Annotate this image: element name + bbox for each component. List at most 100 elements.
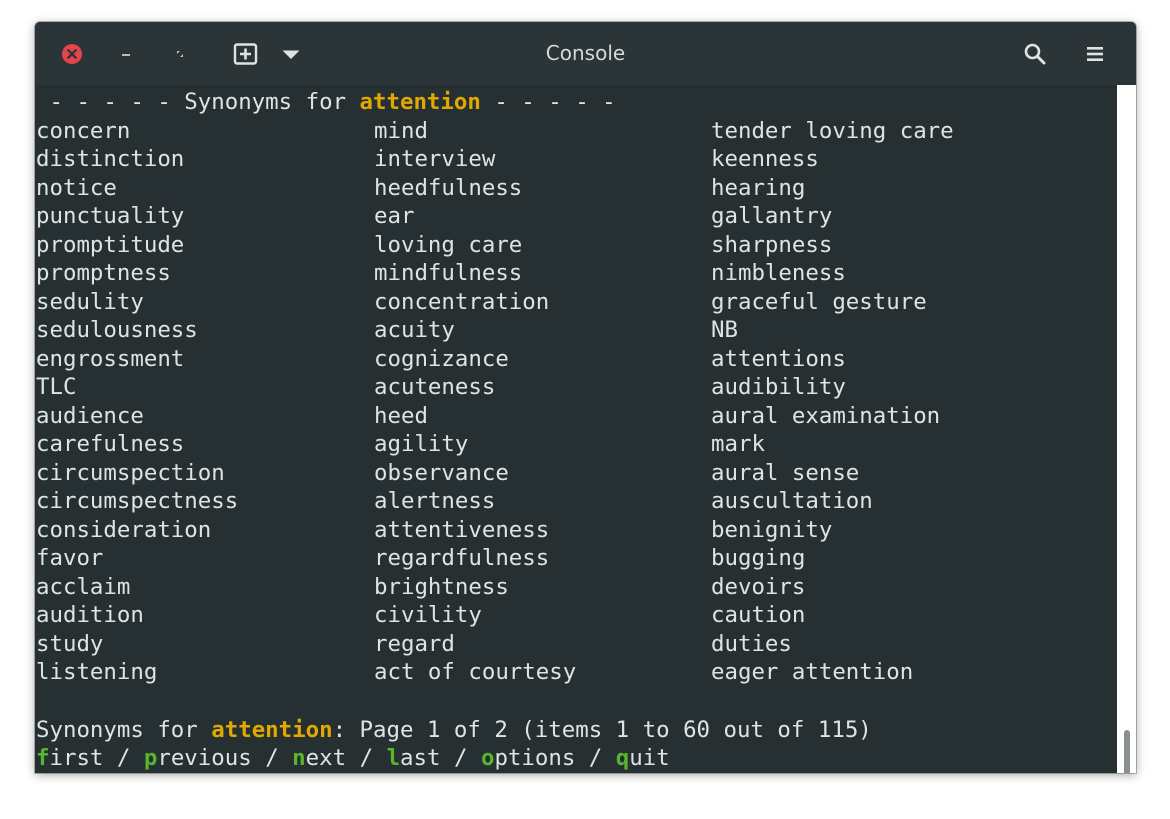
menu-option-p[interactable]: previous (144, 745, 252, 771)
header-prefix: - - - - - Synonyms for (36, 89, 360, 115)
synonym-item: sharpness (711, 231, 833, 258)
menu-separator: / (575, 745, 616, 771)
synonym-item: attentiveness (374, 516, 550, 543)
menu-option-q[interactable]: quit (616, 745, 670, 771)
title-bar: Console (35, 22, 1136, 85)
close-icon (62, 43, 82, 64)
menu-option-o[interactable]: options (481, 745, 575, 771)
menu-option-key: f (36, 745, 50, 771)
new-tab-dropdown-button[interactable] (279, 22, 303, 85)
synonym-item: cognizance (374, 345, 509, 372)
menu-option-key: n (292, 745, 306, 771)
menu-option-label: ext (305, 745, 347, 771)
main-menu-button[interactable] (1081, 22, 1109, 85)
synonym-item: heed (374, 402, 428, 429)
menu-option-label: irst (49, 745, 104, 771)
window-title: Console (545, 41, 626, 65)
close-button[interactable] (59, 22, 85, 85)
synonym-item: concentration (374, 288, 550, 315)
synonym-item: civility (374, 602, 482, 628)
synonym-item: heedfulness (374, 174, 523, 201)
menu-option-f[interactable]: first (36, 745, 103, 771)
synonym-item: bugging (711, 545, 806, 571)
navigation-menu-line: first / previous / next / last / options… (36, 744, 670, 773)
synonym-item: regard (374, 630, 455, 657)
minimize-button[interactable] (115, 22, 137, 85)
synonym-item: keenness (711, 146, 819, 172)
synonym-item: tender loving care (711, 117, 954, 144)
synonym-item: punctuality (36, 203, 185, 229)
synonym-item: aural examination (711, 402, 941, 429)
synonym-item: sedulity (36, 288, 144, 315)
menu-separator: / (440, 745, 481, 771)
header-word: attention (359, 89, 481, 115)
menu-separator: / (251, 745, 293, 771)
menu-option-label: revious (157, 745, 252, 771)
synonym-item: interview (374, 146, 496, 172)
synonym-item: circumspectness (36, 488, 239, 514)
synonym-item: engrossment (36, 345, 185, 372)
synonym-item: loving care (374, 231, 523, 258)
status-line: Synonyms for attention: Page 1 of 2 (ite… (36, 716, 872, 745)
menu-separator: / (103, 745, 144, 771)
synonym-item: agility (374, 431, 469, 457)
synonym-item: distinction (36, 146, 185, 172)
synonym-item: circumspection (36, 459, 225, 486)
restore-button[interactable] (169, 22, 191, 85)
synonym-item: attentions (711, 345, 846, 372)
menu-option-l[interactable]: last (387, 745, 441, 771)
status-rest: : Page 1 of 2 (items 1 to 60 out of 115) (332, 716, 872, 743)
menu-option-label: uit (629, 745, 670, 771)
terminal-output[interactable]: - - - - - Synonyms for attention - - - -… (35, 85, 1117, 773)
synonym-item: regardfulness (374, 545, 550, 571)
search-button[interactable] (1019, 22, 1051, 85)
synonym-item: audibility (711, 374, 846, 400)
synonym-item: concern (36, 117, 131, 144)
synonym-item: ear (374, 203, 415, 229)
synonym-item: observance (374, 459, 509, 486)
menu-option-n[interactable]: next (292, 745, 346, 771)
synonym-item: graceful gesture (711, 288, 927, 315)
status-word: attention (211, 716, 333, 743)
scrollbar-thumb[interactable] (1124, 730, 1130, 773)
synonym-item: audition (36, 602, 144, 628)
synonym-item: caution (711, 602, 806, 628)
minimize-icon (122, 53, 130, 56)
synonym-item: gallantry (711, 203, 833, 229)
synonym-item: carefulness (36, 431, 185, 457)
synonym-item: auscultation (711, 488, 873, 514)
synonym-item: eager attention (711, 659, 914, 685)
synonym-item: acuity (374, 317, 455, 343)
synonym-item: benignity (711, 516, 833, 543)
menu-option-key: q (615, 745, 630, 771)
synonym-item: promptness (36, 260, 171, 286)
synonym-item: aural sense (711, 459, 860, 486)
chevron-down-icon (282, 50, 300, 59)
synonym-item: mind (374, 117, 428, 144)
new-tab-button[interactable] (231, 22, 261, 85)
synonym-item: mindfulness (374, 260, 523, 286)
synonym-item: act of courtesy (374, 659, 577, 685)
synonym-item: acuteness (374, 374, 496, 400)
synonym-item: duties (711, 630, 792, 657)
synonym-item: favor (36, 545, 104, 571)
synonym-item: NB (711, 317, 738, 343)
menu-option-label: ast (400, 745, 441, 771)
synonym-item: study (36, 630, 104, 657)
synonym-item: audience (36, 402, 144, 429)
synonym-item: listening (36, 659, 158, 685)
synonym-item: TLC (36, 374, 77, 400)
console-window: Console - - - - - Synonyms for attention… (35, 22, 1136, 773)
synonym-item: mark (711, 431, 765, 457)
synonym-item: consideration (36, 516, 212, 543)
menu-option-key: l (386, 745, 401, 771)
synonym-item: promptitude (36, 231, 185, 258)
synonym-item: notice (36, 174, 117, 201)
restore-icon (177, 50, 183, 57)
scrollbar[interactable] (1117, 85, 1136, 773)
menu-separator: / (346, 745, 387, 771)
menu-option-key: p (143, 745, 158, 771)
menu-option-label: ptions (494, 745, 576, 771)
synonyms-header: - - - - - Synonyms for attention - - - -… (36, 88, 615, 117)
search-icon (1024, 43, 1046, 64)
